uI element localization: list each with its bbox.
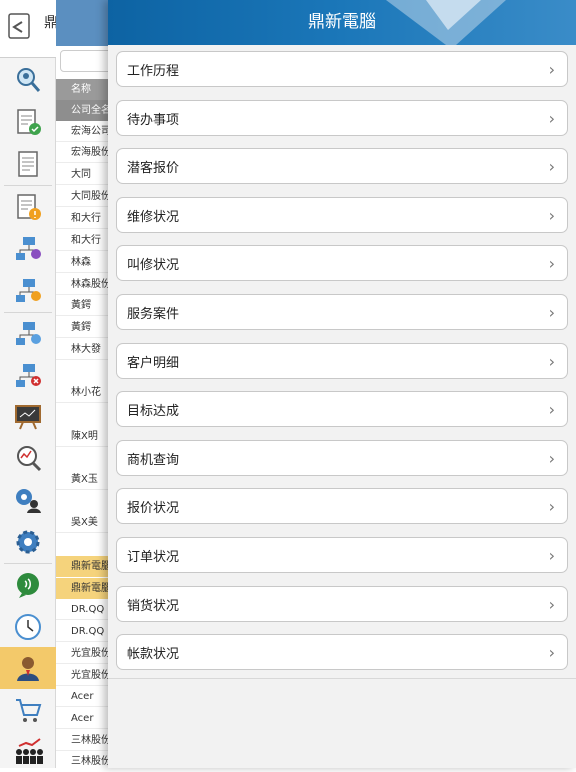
list-item[interactable]: Acer	[56, 708, 116, 729]
user-gear-icon[interactable]	[0, 479, 56, 521]
menu-item[interactable]: 待办事项 ›	[116, 100, 568, 136]
document-icon[interactable]	[0, 143, 56, 185]
list-item[interactable]: 黃鍔	[56, 317, 116, 338]
list-toolbar	[56, 0, 116, 46]
list-item[interactable]: 光宜股份	[56, 643, 116, 664]
list-item[interactable]: 黃鍔	[56, 295, 116, 316]
menu-item-label: 叫修状况	[127, 257, 180, 273]
header-bar: 鼎新電腦	[108, 0, 576, 45]
chevron-right-icon: ›	[548, 399, 555, 419]
presentation-board-icon[interactable]	[0, 396, 56, 438]
page-title: 鼎新電腦	[308, 12, 376, 32]
rail-header: 鼎	[0, 0, 58, 58]
menu-item[interactable]: 目标达成 ›	[116, 391, 568, 427]
chevron-right-icon: ›	[548, 642, 555, 662]
team-chart-icon[interactable]	[0, 730, 56, 772]
list-item[interactable]: DR.QQ	[56, 621, 116, 642]
menu-item-label: 销货状况	[127, 598, 180, 614]
chevron-right-icon: ›	[548, 59, 555, 79]
customer-list: 名称 公司全名 宏海公司 宏海股份 大同 大同股份 和大行 和大行 林森 林森股份 黃鍔 黃鍔 林大…	[56, 0, 116, 768]
list-item[interactable]: 吳X美	[56, 512, 116, 533]
network-error-icon[interactable]	[0, 355, 56, 397]
search-person-icon[interactable]	[0, 59, 56, 101]
list-item[interactable]: 三林股份	[56, 751, 116, 768]
menu-item-label: 报价状况	[127, 500, 180, 516]
shopping-cart-icon[interactable]	[0, 689, 56, 731]
chevron-right-icon: ›	[548, 496, 555, 516]
menu-item-label: 工作历程	[127, 63, 180, 79]
menu-item-label: 客户明细	[127, 355, 180, 371]
chevron-right-icon: ›	[548, 545, 555, 565]
list-item[interactable]: 林森	[56, 252, 116, 273]
network-settings-icon[interactable]	[0, 228, 56, 270]
chevron-right-icon: ›	[548, 594, 555, 614]
menu-item[interactable]: 工作历程 ›	[116, 51, 568, 87]
menu-item-label: 服务案件	[127, 306, 180, 322]
menu-item[interactable]: 商机查询 ›	[116, 440, 568, 476]
list-item[interactable]: 黃X玉	[56, 469, 116, 490]
list-item[interactable]: 陳X明	[56, 426, 116, 447]
chart-search-icon[interactable]	[0, 437, 56, 479]
chevron-right-icon: ›	[548, 205, 555, 225]
list-item[interactable]: 三林股份	[56, 730, 116, 751]
list-item[interactable]: 鼎新電腦	[56, 578, 116, 599]
list-item[interactable]: 宏海股份	[56, 142, 116, 163]
list-item[interactable]: 林森股份	[56, 274, 116, 295]
chevron-right-icon: ›	[548, 108, 555, 128]
list-item[interactable]: 大同	[56, 164, 116, 185]
list-item[interactable]: 鼎新電腦	[56, 556, 116, 577]
chevron-right-icon: ›	[548, 351, 555, 371]
list-item[interactable]: 大同股份	[56, 186, 116, 207]
user-avatar-icon[interactable]	[0, 647, 56, 689]
menu-item-label: 商机查询	[127, 452, 180, 468]
list-item[interactable]: 林大發	[56, 339, 116, 360]
network-user-icon[interactable]	[0, 313, 56, 355]
menu-item-label: 目标达成	[127, 403, 180, 419]
list-item[interactable]: 林小花	[56, 382, 116, 403]
menu-item-label: 帐款状况	[127, 646, 180, 662]
menu-item-label: 待办事项	[127, 112, 180, 128]
list-subheader: 公司全名	[56, 100, 116, 121]
back-icon[interactable]	[6, 12, 32, 42]
list-item[interactable]: DR.QQ	[56, 599, 116, 620]
list-item[interactable]: Acer	[56, 686, 116, 707]
document-warning-icon[interactable]	[0, 186, 56, 228]
menu-item[interactable]: 叫修状况 ›	[116, 245, 568, 281]
list-item[interactable]: 和大行	[56, 230, 116, 251]
menu-item-label: 潜客报价	[127, 160, 180, 176]
network-warning-icon[interactable]	[0, 270, 56, 312]
chevron-right-icon: ›	[548, 156, 555, 176]
document-check-icon[interactable]	[0, 101, 56, 143]
menu-item-label: 订单状况	[127, 549, 180, 565]
menu-item[interactable]: 帐款状况 ›	[116, 634, 568, 670]
menu-item[interactable]: 订单状况 ›	[116, 537, 568, 573]
menu-item[interactable]: 销货状况 ›	[116, 586, 568, 622]
menu-item[interactable]: 维修状况 ›	[116, 197, 568, 233]
panel-empty-area	[108, 679, 576, 768]
list-item[interactable]: 光宜股份	[56, 665, 116, 686]
list-item[interactable]: 宏海公司	[56, 121, 116, 142]
menu-item[interactable]: 潜客报价 ›	[116, 148, 568, 184]
chevron-right-icon: ›	[548, 253, 555, 273]
menu-item[interactable]: 客户明细 ›	[116, 343, 568, 379]
chevron-right-icon: ›	[548, 302, 555, 322]
list-item[interactable]: 和大行	[56, 208, 116, 229]
menu-panel: 鼎新電腦 工作历程 › 待办事项 › 潜客报价 › 维修状况 › 叫修状况 › 服务案件 › 客户明细 ›…	[108, 0, 576, 768]
gear-icon[interactable]	[0, 521, 56, 563]
menu-item[interactable]: 服务案件 ›	[116, 294, 568, 330]
chevron-right-icon: ›	[548, 448, 555, 468]
menu-item[interactable]: 报价状况 ›	[116, 488, 568, 524]
clock-icon[interactable]	[0, 606, 56, 648]
icon-rail: 鼎	[0, 0, 58, 768]
list-header: 名称	[56, 79, 116, 100]
speech-bubble-icon[interactable]	[0, 564, 56, 606]
menu-item-label: 维修状况	[127, 209, 180, 225]
